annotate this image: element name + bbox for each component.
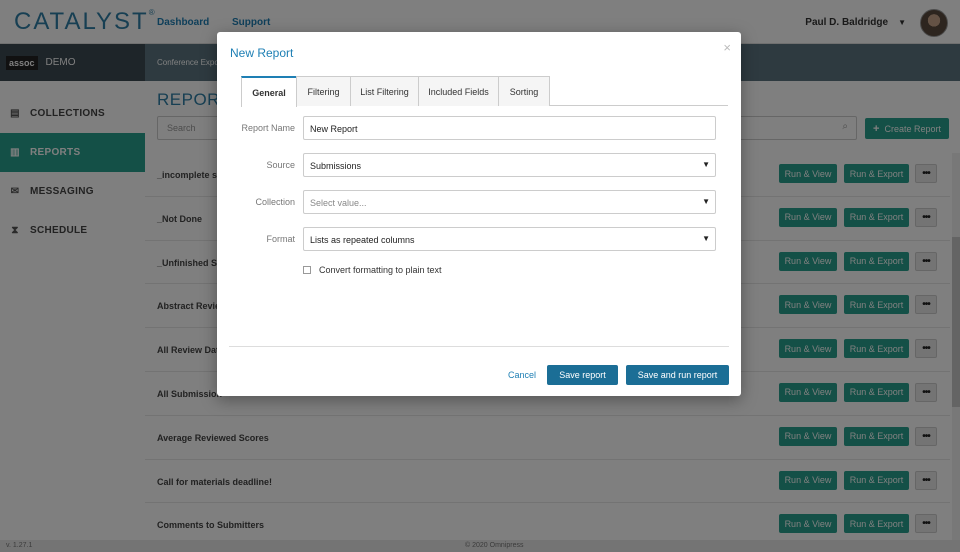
close-icon[interactable]: × <box>723 40 731 55</box>
dropdown-arrow-icon: ▼ <box>702 160 710 169</box>
plain-text-option[interactable]: Convert formatting to plain text <box>303 265 442 275</box>
format-select[interactable]: Lists as repeated columns ▼ <box>303 227 716 251</box>
collection-placeholder: Select value... <box>310 198 367 208</box>
dialog-tabs: General Filtering List Filtering Include… <box>241 76 728 107</box>
tab-filtering[interactable]: Filtering <box>296 76 351 106</box>
collection-row: Collection Select value... ▼ <box>217 190 741 214</box>
source-select[interactable]: Submissions ▼ <box>303 153 716 177</box>
plain-text-label: Convert formatting to plain text <box>319 265 442 275</box>
save-and-run-button[interactable]: Save and run report <box>626 365 729 385</box>
tab-sorting[interactable]: Sorting <box>498 76 550 106</box>
dialog-divider <box>229 346 729 347</box>
dropdown-arrow-icon: ▼ <box>702 234 710 243</box>
collection-label: Collection <box>255 197 295 207</box>
source-label: Source <box>266 160 295 170</box>
collection-select[interactable]: Select value... ▼ <box>303 190 716 214</box>
report-name-row: Report Name New Report <box>217 116 741 140</box>
source-value: Submissions <box>310 161 362 171</box>
report-name-input[interactable]: New Report <box>303 116 716 140</box>
source-row: Source Submissions ▼ <box>217 153 741 177</box>
dropdown-arrow-icon: ▼ <box>702 197 710 206</box>
cancel-button[interactable]: Cancel <box>508 370 536 380</box>
format-value: Lists as repeated columns <box>310 235 415 245</box>
save-report-button[interactable]: Save report <box>547 365 618 385</box>
tab-included-fields[interactable]: Included Fields <box>418 76 499 106</box>
format-label: Format <box>266 234 295 244</box>
format-row: Format Lists as repeated columns ▼ <box>217 227 741 251</box>
tab-general[interactable]: General <box>241 76 297 107</box>
report-name-label: Report Name <box>241 123 295 133</box>
new-report-dialog: New Report × General Filtering List Filt… <box>217 32 741 396</box>
dialog-title: New Report <box>230 46 294 60</box>
plain-text-checkbox[interactable] <box>303 266 311 274</box>
tab-list-filtering[interactable]: List Filtering <box>350 76 419 106</box>
